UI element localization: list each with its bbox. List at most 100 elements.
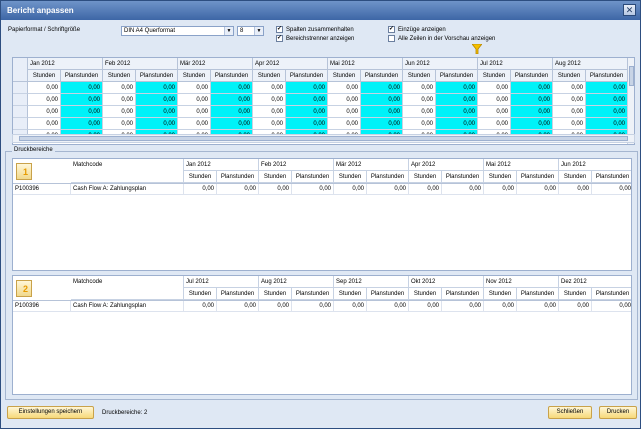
stunden-cell[interactable]: 0,00 (28, 118, 61, 130)
window-title: Bericht anpassen (7, 6, 74, 15)
planstunden-cell[interactable]: 0,00 (586, 94, 628, 106)
planstunden-cell[interactable]: 0,00 (61, 94, 103, 106)
stunden-cell[interactable]: 0,00 (178, 118, 211, 130)
font-size-select[interactable]: 8 ▼ (237, 26, 264, 36)
planstunden-cell[interactable]: 0,00 (61, 106, 103, 118)
stunden-header: Stunden (259, 171, 292, 183)
planstunden-cell[interactable]: 0,00 (511, 118, 553, 130)
show-indent-checkbox[interactable]: ✓ Einzüge anzeigen (388, 26, 446, 33)
stunden-cell[interactable]: 0,00 (478, 106, 511, 118)
stunden-cell: 0,00 (334, 184, 367, 195)
planstunden-cell[interactable]: 0,00 (136, 82, 178, 94)
stunden-cell[interactable]: 0,00 (478, 94, 511, 106)
planstunden-cell[interactable]: 0,00 (211, 82, 253, 94)
close-icon: ✕ (625, 5, 634, 15)
print-button[interactable]: Drucken (599, 406, 637, 419)
planstunden-cell[interactable]: 0,00 (286, 94, 328, 106)
stunden-cell[interactable]: 0,00 (553, 94, 586, 106)
planstunden-cell[interactable]: 0,00 (436, 118, 478, 130)
stunden-cell[interactable]: 0,00 (253, 94, 286, 106)
planstunden-cell[interactable]: 0,00 (361, 82, 403, 94)
stunden-cell[interactable]: 0,00 (253, 118, 286, 130)
stunden-cell[interactable]: 0,00 (178, 106, 211, 118)
row-header[interactable] (13, 82, 28, 94)
planstunden-cell[interactable]: 0,00 (436, 82, 478, 94)
row-name-cell: Cash Flow A: Zahlungsplan (71, 301, 184, 312)
stunden-cell[interactable]: 0,00 (553, 82, 586, 94)
stunden-cell: 0,00 (484, 301, 517, 312)
planstunden-cell[interactable]: 0,00 (286, 82, 328, 94)
stunden-cell[interactable]: 0,00 (403, 94, 436, 106)
stunden-cell[interactable]: 0,00 (328, 106, 361, 118)
stunden-cell[interactable]: 0,00 (103, 106, 136, 118)
print-area-1[interactable]: 1 Matchcode Jan 2012 Stunden Planstunden 0,00… (12, 158, 632, 271)
stunden-cell[interactable]: 0,00 (253, 82, 286, 94)
planstunden-cell[interactable]: 0,00 (61, 118, 103, 130)
stunden-cell[interactable]: 0,00 (553, 118, 586, 130)
stunden-cell[interactable]: 0,00 (178, 82, 211, 94)
show-all-rows-checkbox[interactable]: Alle Zeilen in der Vorschau anzeigen (388, 35, 495, 42)
planstunden-cell[interactable]: 0,00 (136, 106, 178, 118)
scroll-thumb[interactable] (19, 136, 628, 141)
area-separator-checkbox[interactable]: ✓ Bereichstrenner anzeigen (276, 35, 354, 42)
stunden-cell[interactable]: 0,00 (403, 106, 436, 118)
month-header: Aug 2012 (553, 58, 628, 70)
stunden-cell[interactable]: 0,00 (478, 118, 511, 130)
stunden-cell[interactable]: 0,00 (253, 106, 286, 118)
row-header[interactable] (13, 94, 28, 106)
month-header: Jul 2012 (184, 276, 259, 288)
stunden-cell[interactable]: 0,00 (103, 82, 136, 94)
planstunden-cell[interactable]: 0,00 (136, 94, 178, 106)
stunden-cell[interactable]: 0,00 (28, 94, 61, 106)
stunden-cell[interactable]: 0,00 (28, 106, 61, 118)
row-header[interactable] (13, 118, 28, 130)
stunden-cell: 0,00 (334, 301, 367, 312)
scroll-thumb[interactable] (629, 66, 634, 86)
planstunden-cell[interactable]: 0,00 (511, 82, 553, 94)
stunden-cell[interactable]: 0,00 (178, 94, 211, 106)
planstunden-cell[interactable]: 0,00 (61, 82, 103, 94)
close-window-button[interactable]: ✕ (623, 4, 636, 16)
horizontal-scrollbar[interactable] (12, 134, 635, 143)
stunden-cell[interactable]: 0,00 (328, 94, 361, 106)
stunden-cell[interactable]: 0,00 (403, 82, 436, 94)
planstunden-cell: 0,00 (217, 301, 259, 312)
planstunden-cell[interactable]: 0,00 (136, 118, 178, 130)
save-settings-button[interactable]: Einstellungen speichern (7, 406, 94, 419)
checkbox-box: ✓ (276, 35, 283, 42)
planstunden-cell[interactable]: 0,00 (361, 94, 403, 106)
planstunden-cell: 0,00 (292, 184, 334, 195)
stunden-cell[interactable]: 0,00 (103, 118, 136, 130)
stunden-cell[interactable]: 0,00 (28, 82, 61, 94)
filter-funnel-icon[interactable] (472, 44, 482, 54)
stunden-cell[interactable]: 0,00 (103, 94, 136, 106)
planstunden-cell[interactable]: 0,00 (511, 94, 553, 106)
row-header[interactable] (13, 106, 28, 118)
checkbox-box: ✓ (276, 26, 283, 33)
planstunden-cell[interactable]: 0,00 (211, 94, 253, 106)
paper-format-select[interactable]: DIN A4 Querformat ▼ (121, 26, 234, 36)
planstunden-cell[interactable]: 0,00 (286, 118, 328, 130)
planstunden-cell[interactable]: 0,00 (586, 106, 628, 118)
planstunden-cell[interactable]: 0,00 (436, 94, 478, 106)
stunden-cell[interactable]: 0,00 (328, 118, 361, 130)
checkbox-box: ✓ (388, 26, 395, 33)
stunden-cell[interactable]: 0,00 (328, 82, 361, 94)
planstunden-cell[interactable]: 0,00 (586, 82, 628, 94)
stunden-cell[interactable]: 0,00 (478, 82, 511, 94)
planstunden-cell[interactable]: 0,00 (436, 106, 478, 118)
row-name-cell: Cash Flow A: Zahlungsplan (71, 184, 184, 195)
print-area-2[interactable]: 2 Matchcode Jul 2012 Stunden Planstunden 0,00… (12, 275, 632, 395)
planstunden-cell[interactable]: 0,00 (511, 106, 553, 118)
planstunden-cell[interactable]: 0,00 (361, 106, 403, 118)
keep-columns-checkbox[interactable]: ✓ Spalten zusammenhalten (276, 26, 354, 33)
planstunden-cell[interactable]: 0,00 (211, 118, 253, 130)
stunden-cell[interactable]: 0,00 (403, 118, 436, 130)
planstunden-cell[interactable]: 0,00 (586, 118, 628, 130)
stunden-cell[interactable]: 0,00 (553, 106, 586, 118)
planstunden-cell[interactable]: 0,00 (361, 118, 403, 130)
planstunden-cell[interactable]: 0,00 (286, 106, 328, 118)
close-button[interactable]: Schließen (548, 406, 592, 419)
planstunden-cell[interactable]: 0,00 (211, 106, 253, 118)
vertical-scrollbar[interactable] (627, 58, 634, 144)
